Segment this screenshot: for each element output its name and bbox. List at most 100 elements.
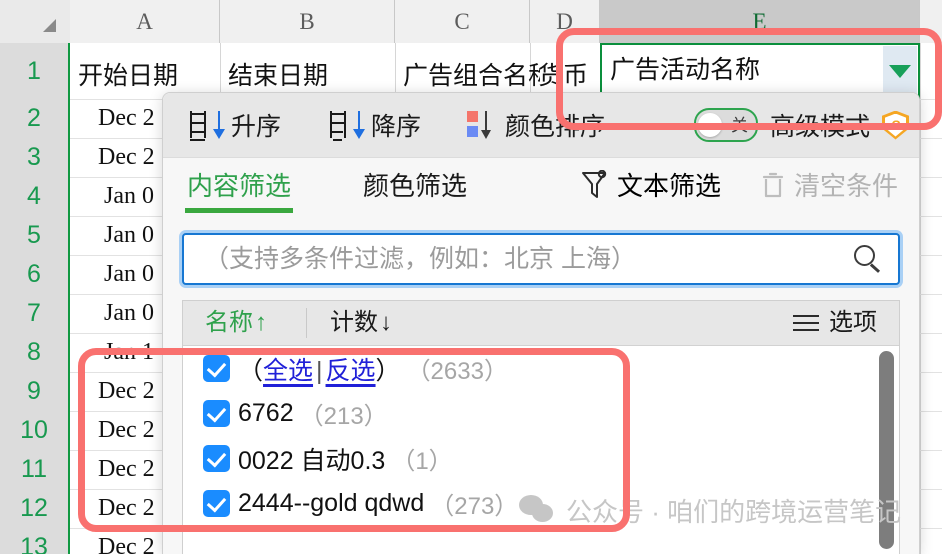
cell-a9[interactable]: Dec 2 xyxy=(98,378,155,405)
advanced-mode-toggle[interactable]: 关 xyxy=(694,108,758,142)
cell-a5[interactable]: Jan 0 xyxy=(104,222,154,249)
trash-icon xyxy=(761,171,785,199)
sort-descending-icon xyxy=(327,108,365,142)
invert-selection-link[interactable]: 反选 xyxy=(326,357,376,385)
text-filter-button[interactable]: 文本筛选 xyxy=(581,166,721,203)
sort-descending-button[interactable]: 降序 xyxy=(327,93,421,157)
cell-a12[interactable]: Dec 2 xyxy=(98,495,155,522)
row-number-5[interactable]: 5 xyxy=(0,216,68,255)
search-input-wrapper[interactable]: （支持多条件过滤，例如：北京 上海） xyxy=(182,233,900,285)
cell-a6[interactable]: Jan 0 xyxy=(104,261,154,288)
color-sort-button[interactable]: 颜色排序 xyxy=(467,93,605,157)
arrow-down-icon xyxy=(213,111,225,139)
chevron-down-icon xyxy=(889,64,911,78)
list-header: 名称 ↑ 计数 ↓ 选项 xyxy=(183,301,899,346)
column-header-b[interactable]: B xyxy=(220,0,395,43)
row-number-13[interactable]: 13 xyxy=(0,528,68,554)
list-item[interactable]: 0022 自动0.3 （1） xyxy=(183,436,899,481)
row-number-11[interactable]: 11 xyxy=(0,450,68,489)
sort-ascending-label: 升序 xyxy=(231,113,282,141)
tab-content-filter[interactable]: 内容筛选 xyxy=(185,166,294,213)
list-item[interactable]: 6762 （213） xyxy=(183,391,899,436)
cell-a10[interactable]: Dec 2 xyxy=(98,417,155,444)
filter-toolbar: 升序 降序 颜色排序 关 高级模式 S xyxy=(163,93,919,158)
list-scrollbar[interactable] xyxy=(879,351,894,549)
column-header-row: A B C D E xyxy=(0,0,942,44)
cell-a2[interactable]: Dec 2 xyxy=(98,105,155,132)
advanced-mode-label: 高级模式 xyxy=(770,113,871,141)
options-button[interactable]: 选项 xyxy=(793,301,877,345)
cell-d1[interactable]: 货币 xyxy=(538,56,600,92)
cell-a13[interactable]: Dec 2 xyxy=(98,534,155,554)
cell-a11[interactable]: Dec 2 xyxy=(98,456,155,483)
column-header-a[interactable]: A xyxy=(70,0,220,43)
search-placeholder: （支持多条件过滤，例如：北京 上海） xyxy=(204,245,636,273)
selected-cell-text: 广告活动名称 xyxy=(610,57,761,84)
shield-badge-icon: S xyxy=(882,110,910,140)
cell-b1[interactable]: 结束日期 xyxy=(228,56,328,92)
row-number-12[interactable]: 12 xyxy=(0,489,68,528)
cell-a3[interactable]: Dec 2 xyxy=(98,144,155,171)
advanced-mode-control[interactable]: 关 高级模式 S xyxy=(694,93,910,157)
close-paren: ） xyxy=(375,356,401,385)
tab-color-filter[interactable]: 颜色筛选 xyxy=(363,166,467,203)
list-item-label: 0022 自动0.3 xyxy=(238,446,386,475)
filter-panel: 升序 降序 颜色排序 关 高级模式 S 内容筛选 颜色筛选 文本筛选 清空条件 … xyxy=(162,92,920,554)
name-sort-arrow-icon: ↑ xyxy=(255,309,267,336)
sort-by-name-header[interactable]: 名称 ↑ xyxy=(205,301,267,345)
cell-a4[interactable]: Jan 0 xyxy=(104,183,154,210)
checkbox-list-item[interactable] xyxy=(203,400,230,427)
grid-line-v xyxy=(920,43,921,554)
row-number-1[interactable]: 1 xyxy=(0,43,68,99)
column-header-e[interactable]: E xyxy=(600,0,920,43)
arrow-down-icon xyxy=(353,111,365,139)
count-column-label: 计数 xyxy=(330,309,378,336)
sort-by-count-header[interactable]: 计数 ↓ xyxy=(330,301,392,345)
cell-a8[interactable]: Jan 1 xyxy=(104,339,154,366)
row-number-2[interactable]: 2 xyxy=(0,99,68,138)
column-header-f[interactable] xyxy=(920,0,942,43)
tab-content-filter-label: 内容筛选 xyxy=(187,171,292,201)
list-item-select-all[interactable]: （全选 | 反选） （2633） xyxy=(183,346,899,391)
row-number-7[interactable]: 7 xyxy=(0,294,68,333)
row-number-8[interactable]: 8 xyxy=(0,333,68,372)
clear-conditions-button[interactable]: 清空条件 xyxy=(761,166,898,203)
list-item-count: （1） xyxy=(391,448,453,475)
sort-descending-label: 降序 xyxy=(371,113,422,141)
list-rows: （全选 | 反选） （2633） 6762 （213） 0022 自动0.3 （1） xyxy=(183,346,899,526)
checkbox-select-all[interactable] xyxy=(203,355,230,382)
tab-color-filter-label: 颜色筛选 xyxy=(363,171,468,201)
color-sort-icon xyxy=(467,109,497,141)
checkbox-list-item[interactable] xyxy=(203,490,230,517)
cell-a7[interactable]: Jan 0 xyxy=(104,300,154,327)
row-number-9[interactable]: 9 xyxy=(0,372,68,411)
screenshot-root: A B C D E 1 2 3 4 5 6 7 8 9 10 11 12 13 xyxy=(0,0,942,554)
select-all-count: （2633） xyxy=(406,358,508,385)
checkbox-list-item[interactable] xyxy=(203,445,230,472)
selected-cell-e1[interactable]: 广告活动名称 xyxy=(600,43,920,99)
scrollbar-thumb[interactable] xyxy=(879,351,894,549)
list-item[interactable]: 2444--gold qdwd （273） xyxy=(183,481,899,526)
column-header-d[interactable]: D xyxy=(530,0,600,43)
select-all-link[interactable]: 全选 xyxy=(263,357,313,385)
toggle-knob xyxy=(698,113,722,137)
row-number-4[interactable]: 4 xyxy=(0,177,68,216)
column-header-c[interactable]: C xyxy=(395,0,530,43)
select-all-corner[interactable] xyxy=(0,0,71,43)
list-item-label: 2444--gold qdwd xyxy=(238,489,425,517)
list-item-count: （273） xyxy=(430,493,519,520)
row-number-6[interactable]: 6 xyxy=(0,255,68,294)
row-number-10[interactable]: 10 xyxy=(0,411,68,450)
open-paren: （ xyxy=(238,356,264,385)
sort-ascending-button[interactable]: 升序 xyxy=(187,93,281,157)
cell-a1[interactable]: 开始日期 xyxy=(78,56,178,92)
row-header-column: 1 2 3 4 5 6 7 8 9 10 11 12 13 xyxy=(0,43,70,554)
list-item-count: （213） xyxy=(299,403,388,430)
sort-ascending-icon xyxy=(187,108,225,142)
row-number-3[interactable]: 3 xyxy=(0,138,68,177)
clear-conditions-label: 清空条件 xyxy=(794,171,899,201)
filter-dropdown-button[interactable] xyxy=(883,46,917,96)
corner-triangle-icon xyxy=(43,19,56,32)
search-icon[interactable] xyxy=(854,245,884,275)
cell-c1[interactable]: 广告组合名称 xyxy=(403,56,540,92)
